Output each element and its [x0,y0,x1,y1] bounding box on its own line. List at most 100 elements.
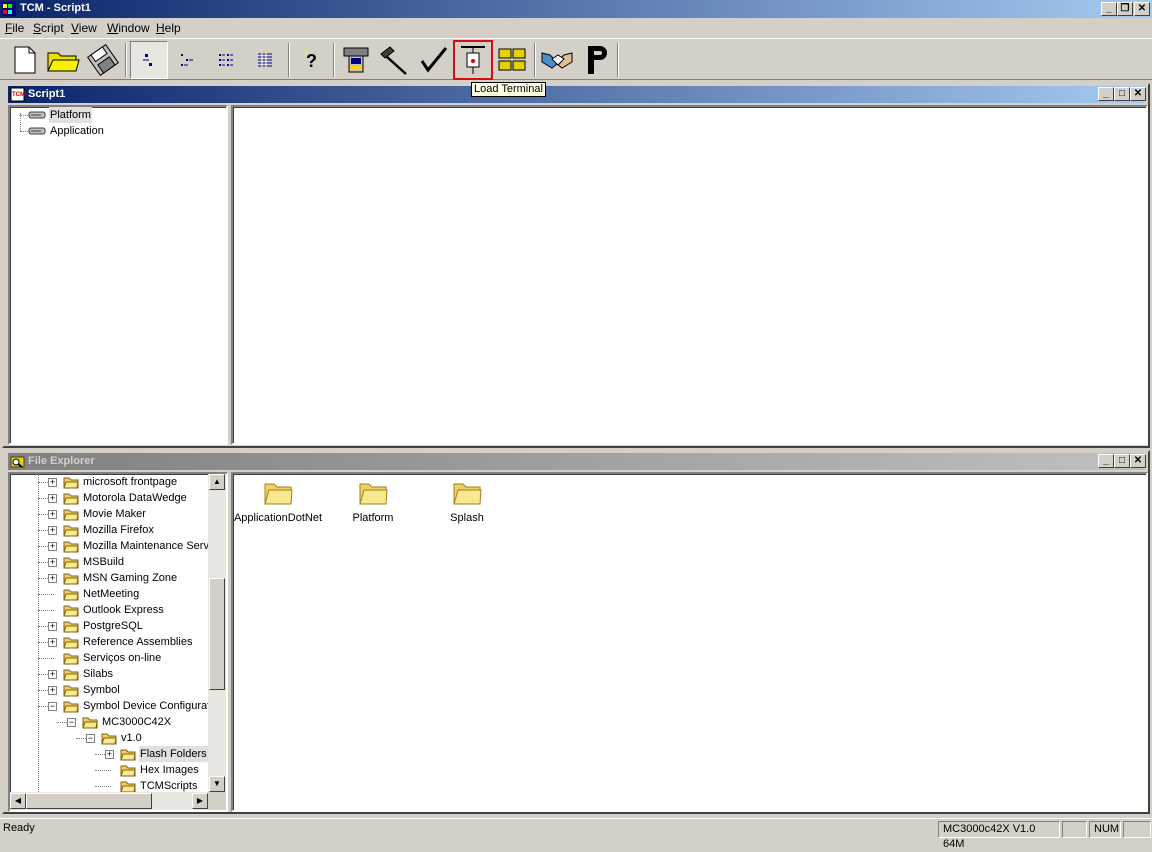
folder-tree-item[interactable]: + Silabs [10,666,208,682]
folder-icon [63,492,79,505]
open-button[interactable] [44,41,82,79]
scroll-up-button[interactable]: ▲ [209,474,225,490]
script-window-icon: TCM [10,87,25,102]
close-button[interactable]: ✕ [1134,2,1150,16]
explorer-maximize-button[interactable]: □ [1114,454,1130,468]
details-view-button[interactable] [246,41,284,79]
script-tree-pane[interactable]: Platform Application [8,105,228,445]
folder-icon [63,668,79,681]
question-mark-icon: ? [305,51,317,71]
expand-icon[interactable]: + [48,526,57,535]
expand-icon[interactable]: + [48,558,57,567]
file-item-platform[interactable]: Platform [328,480,418,524]
load-terminal-icon [461,46,485,74]
large-icons-view-button[interactable] [130,41,168,79]
verify-button[interactable] [415,41,453,79]
folder-tree-item[interactable]: − Symbol Device Configurat [10,698,208,714]
folder-icon [101,732,117,745]
tcm-app-icon[interactable] [2,2,16,16]
folder-tree-item[interactable]: + MSBuild [10,554,208,570]
restore-button[interactable]: ❐ [1117,2,1133,16]
small-icons-view-button[interactable] [168,41,206,79]
toolbar-separator [333,43,335,77]
expand-icon[interactable]: + [105,750,114,759]
file-item-applicationdotnet[interactable]: ApplicationDotNet [233,480,323,524]
save-button[interactable] [84,41,122,79]
folder-tree-item[interactable]: + microsoft frontpage [10,474,208,490]
scroll-thumb[interactable] [209,578,225,690]
folder-icon [63,556,79,569]
menu-window[interactable]: Window [107,21,150,35]
expand-icon[interactable]: + [48,574,57,583]
folder-tree-item[interactable]: + Symbol [10,682,208,698]
expand-icon[interactable]: + [48,478,57,487]
folder-icon [63,684,79,697]
file-list-pane[interactable]: ApplicationDotNet Platform Splash [231,472,1148,812]
folder-tree-item[interactable]: Hex Images [10,762,208,778]
script-close-button[interactable]: ✕ [1130,87,1146,101]
scroll-right-button[interactable]: ▶ [192,793,208,809]
folder-tree: + microsoft frontpage + Motorola DataWedge +… [10,474,208,792]
expand-icon[interactable]: + [48,494,57,503]
list-icon [219,54,233,66]
folder-tree-item[interactable]: TCMScripts [10,778,208,792]
folder-tree-item[interactable]: + Reference Assemblies [10,634,208,650]
scroll-left-button[interactable]: ◀ [10,793,26,809]
menu-file[interactable]: File [5,21,24,35]
load-terminal-button[interactable] [453,40,493,80]
folder-tree-item[interactable]: Serviços on-line [10,650,208,666]
new-button[interactable] [6,41,44,79]
folder-tree-item[interactable]: + PostgreSQL [10,618,208,634]
file-item-label: Splash [450,512,484,524]
expand-icon[interactable]: + [48,622,57,631]
expand-icon[interactable]: + [48,510,57,519]
folder-tree-item[interactable]: + Movie Maker [10,506,208,522]
tree-vertical-scrollbar[interactable]: ▲ ▼ [208,474,226,792]
folder-icon [82,716,98,729]
device-button[interactable] [337,41,375,79]
menu-script[interactable]: Script [33,21,64,35]
folder-tree-item[interactable]: + Mozilla Firefox [10,522,208,538]
script-content-pane[interactable] [231,105,1148,445]
folder-tree-pane[interactable]: + microsoft frontpage + Motorola DataWedge +… [8,472,228,812]
build-button[interactable] [375,41,413,79]
folder-tree-item[interactable]: NetMeeting [10,586,208,602]
folder-tree-label: MSN Gaming Zone [83,572,178,584]
collapse-icon[interactable]: − [67,718,76,727]
collapse-icon[interactable]: − [48,702,57,711]
tree-line [95,786,111,787]
folder-tree-item[interactable]: − v1.0 [10,730,208,746]
tree-horizontal-scrollbar[interactable]: ◀ ▶ [10,792,208,810]
menu-help[interactable]: Help [156,21,181,35]
minimize-button[interactable]: _ [1101,2,1117,16]
scroll-thumb-horizontal[interactable] [26,793,152,809]
caps-status-panel [1062,821,1087,838]
folder-tree-item[interactable]: + MSN Gaming Zone [10,570,208,586]
script-maximize-button[interactable]: □ [1114,87,1130,101]
folder-tree-item[interactable]: Outlook Express [10,602,208,618]
folder-tree-item[interactable]: + Motorola DataWedge [10,490,208,506]
file-item-splash[interactable]: Splash [422,480,512,524]
explorer-close-button[interactable]: ✕ [1130,454,1146,468]
expand-icon[interactable]: + [48,686,57,695]
folders-button[interactable] [493,41,531,79]
scroll-down-button[interactable]: ▼ [209,776,225,792]
collapse-icon[interactable]: − [86,734,95,743]
connect-button[interactable] [538,41,576,79]
help-button[interactable]: ? [292,41,330,79]
expand-icon[interactable]: + [48,542,57,551]
list-view-button[interactable] [207,41,245,79]
tree-line [38,594,54,595]
menu-view[interactable]: View [71,21,97,35]
explorer-minimize-button[interactable]: _ [1098,454,1114,468]
folder-tree-item[interactable]: + Mozilla Maintenance Servi [10,538,208,554]
script-minimize-button[interactable]: _ [1098,87,1114,101]
expand-icon[interactable]: + [48,638,57,647]
p-button[interactable] [578,41,616,79]
expand-icon[interactable]: + [48,670,57,679]
drive-icon [28,111,46,119]
tree-item-label: Platform [49,107,92,123]
folder-tree-item[interactable]: + Flash Folders [10,746,208,762]
folder-tree-label: Motorola DataWedge [83,492,187,504]
folder-tree-item[interactable]: − MC3000C42X [10,714,208,730]
